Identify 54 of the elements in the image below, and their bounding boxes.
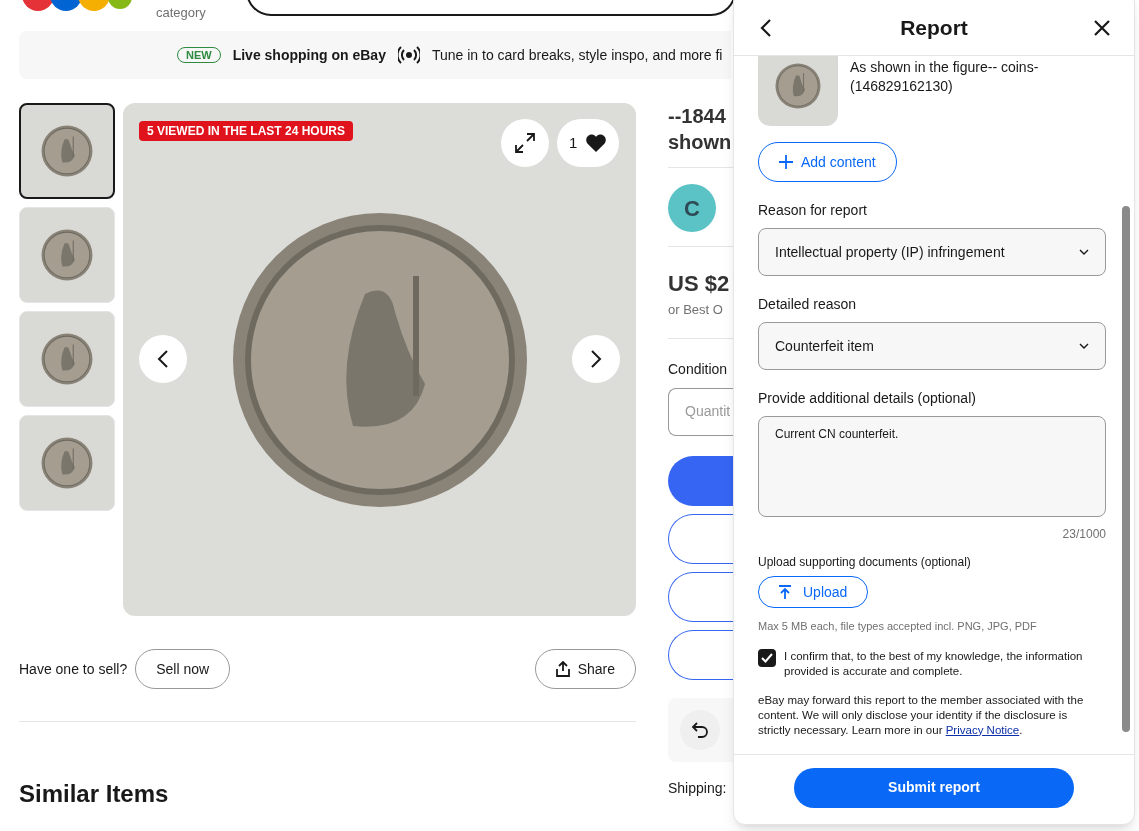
privacy-notice-link[interactable]: Privacy Notice: [945, 723, 1020, 736]
item-name: As shown in the figure-- coins- (146829162130): [850, 58, 1039, 96]
chevron-right-icon: [590, 349, 602, 369]
promo-banner[interactable]: NEW Live shopping on eBay Tune in to card breaks, style inspo, and more fi: [19, 31, 731, 79]
reason-select[interactable]: Intellectual property (IP) infringement: [758, 228, 1106, 276]
seller-avatar[interactable]: C: [668, 184, 716, 232]
field-label: Upload supporting documents (optional): [758, 554, 972, 571]
notice-text: eBay may forward this report to the member associated with the content. We will only disclose your identity if the disclosure is strictly necessary. Learn more in our Privacy Notice.: [758, 692, 1085, 738]
chevron-left-icon: [760, 18, 772, 38]
item-title: --1844 shown: [668, 104, 733, 155]
broadcast-icon: [397, 46, 420, 64]
previous-button[interactable]: [139, 335, 187, 383]
price-note: or Best O: [668, 301, 724, 319]
field-label: Reason for report: [758, 201, 868, 220]
condition-label: Condition: [668, 359, 729, 379]
return-arrow-icon: [690, 719, 710, 740]
chevron-down-icon: [1079, 343, 1089, 349]
coin-drawing: [41, 125, 93, 177]
character-count: 23/1000: [1062, 526, 1106, 543]
upload-icon: [779, 585, 791, 599]
banner-text: Tune in to card breaks, style inspo, and more fi: [431, 45, 723, 65]
like-button[interactable]: 1: [557, 119, 620, 167]
next-button[interactable]: [572, 335, 620, 383]
heart-icon: [585, 133, 608, 153]
details-field[interactable]: Current CN counterfeit.: [758, 416, 1106, 517]
close-icon: [1093, 19, 1111, 37]
expand-icon: [514, 132, 536, 154]
views-badge: 5 VIEWED IN THE LAST 24 HOURS: [139, 121, 354, 141]
share-icon: [555, 661, 570, 677]
shipping-label: Shipping:: [668, 778, 728, 798]
coin-drawing: [41, 333, 93, 385]
detail-select[interactable]: Counterfeit item: [758, 322, 1106, 370]
buy-button[interactable]: [668, 455, 733, 506]
confirm-text: I confirm that, to the best of my knowledge, the information provided is accurate and complete.: [784, 648, 1084, 679]
confirm-checkbox[interactable]: [758, 648, 776, 667]
panel-title: Report: [900, 15, 968, 42]
category-label[interactable]: category: [156, 3, 206, 23]
coin-drawing: [775, 63, 821, 109]
sell-question: Have one to sell?: [19, 659, 128, 679]
expand-button[interactable]: [501, 119, 549, 167]
coin-drawing: [41, 437, 93, 489]
field-label: Provide additional details (optional): [758, 389, 977, 408]
thumbnail[interactable]: [19, 103, 115, 199]
field-label: Detailed reason: [758, 295, 858, 314]
banner-title: Live shopping on eBay: [232, 45, 386, 65]
chevron-down-icon: [1079, 249, 1089, 255]
price-text: US $2: [668, 270, 731, 298]
chevron-left-icon: [157, 349, 169, 369]
coin-drawing: [41, 229, 93, 281]
plus-icon: [779, 155, 793, 169]
check-icon: [761, 652, 773, 663]
submit-button[interactable]: Submit report: [794, 767, 1074, 808]
section-heading: Similar Items: [19, 779, 169, 809]
upload-hint: Max 5 MB each, file types accepted incl. PNG, JPG, PDF: [758, 619, 1038, 634]
